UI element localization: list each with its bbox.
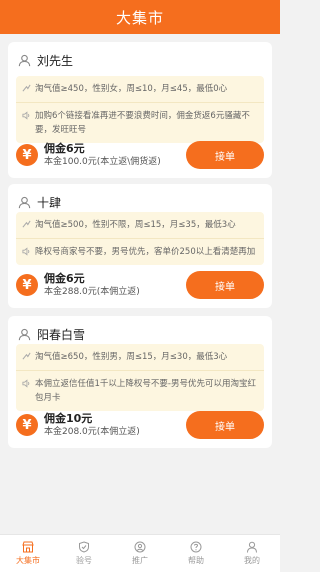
yen-icon: ¥ — [16, 144, 38, 166]
commission-row: ¥ 佣金10元 本金208.0元(本佣立返) 接单 — [16, 408, 264, 442]
requirements-box: 淘气值≥500，性别不限，周≤15，月≤35，最低3心 降权号商家号不要，男号优… — [16, 212, 264, 265]
person-icon — [247, 541, 257, 553]
commission-amount: 佣金6元 — [44, 141, 85, 155]
note-text: 加购6个链接看准再进不要浪费时间，佣金货返6元骚藏不要，发旺旺号 — [35, 111, 250, 135]
principal-amount: 本金100.0元(本立返\佣货返) — [44, 156, 161, 167]
user-row: 十肆 — [18, 194, 61, 210]
tab-label: 帮助 — [188, 556, 204, 565]
commission-row: ¥ 佣金6元 本金100.0元(本立返\佣货返) 接单 — [16, 138, 264, 172]
spark-icon — [22, 220, 31, 228]
note-text: 降权号商家号不要，男号优先，客单价250以上看清楚再加 — [35, 247, 256, 257]
note-line: 本佣立返信任值1千以上降权号不要-男号优先可以用淘宝红包月卡 — [16, 370, 264, 411]
requirement-text: 淘气值≥650，性别男，周≤15，月≤30，最低3心 — [35, 352, 228, 362]
requirement-line: 淘气值≥650，性别男，周≤15，月≤30，最低3心 — [16, 344, 264, 370]
user-icon — [18, 328, 31, 340]
shield-check-icon — [79, 541, 89, 553]
principal-amount: 本金208.0元(本佣立返) — [44, 426, 140, 437]
speaker-icon — [22, 247, 30, 256]
commission-row: ¥ 佣金6元 本金288.0元(本佣立返) 接单 — [16, 268, 264, 302]
bottom-tab-bar: 大集市 验号 推广 帮助 我的 — [0, 534, 280, 572]
requirements-box: 淘气值≥450，性别女，周≤10，月≤45，最低0心 加购6个链接看准再进不要浪… — [16, 76, 264, 143]
page-title: 大集市 — [115, 8, 164, 27]
commission-info: 佣金10元 本金208.0元(本佣立返) — [44, 412, 140, 439]
user-name: 十肆 — [37, 195, 62, 210]
tab-verify[interactable]: 验号 — [56, 535, 112, 572]
commission-amount: 佣金10元 — [44, 411, 93, 425]
top-bar: 大集市 — [0, 0, 280, 34]
principal-amount: 本金288.0元(本佣立返) — [44, 286, 140, 297]
accept-order-button[interactable]: 接单 — [186, 411, 264, 439]
tab-label: 验号 — [76, 556, 92, 565]
accept-order-button[interactable]: 接单 — [186, 271, 264, 299]
tab-label: 我的 — [244, 556, 260, 565]
user-icon — [18, 196, 31, 208]
speaker-icon — [22, 111, 30, 120]
requirement-text: 淘气值≥450，性别女，周≤10，月≤45，最低0心 — [35, 84, 228, 94]
commission-info: 佣金6元 本金100.0元(本立返\佣货返) — [44, 142, 161, 169]
note-line: 加购6个链接看准再进不要浪费时间，佣金货返6元骚藏不要，发旺旺号 — [16, 102, 264, 143]
requirements-box: 淘气值≥650，性别男，周≤15，月≤30，最低3心 本佣立返信任值1千以上降权… — [16, 344, 264, 411]
requirement-line: 淘气值≥450，性别女，周≤10，月≤45，最低0心 — [16, 76, 264, 102]
yen-icon: ¥ — [16, 414, 38, 436]
user-icon — [18, 54, 31, 66]
shop-icon — [22, 541, 34, 553]
requirement-text: 淘气值≥500，性别不限，周≤15，月≤35，最低3心 — [35, 220, 236, 230]
commission-amount: 佣金6元 — [44, 271, 85, 285]
commission-info: 佣金6元 本金288.0元(本佣立返) — [44, 272, 140, 299]
requirement-line: 淘气值≥500，性别不限，周≤15，月≤35，最低3心 — [16, 212, 264, 238]
tab-mine[interactable]: 我的 — [224, 535, 280, 572]
note-line: 降权号商家号不要，男号优先，客单价250以上看清楚再加 — [16, 238, 264, 265]
order-card: 阳春白雪 淘气值≥650，性别男，周≤15，月≤30，最低3心 本佣立返信任值1… — [8, 316, 272, 448]
help-icon — [190, 541, 202, 553]
tab-market[interactable]: 大集市 — [0, 535, 56, 572]
accept-order-button[interactable]: 接单 — [186, 141, 264, 169]
spark-icon — [22, 84, 31, 92]
yen-icon: ¥ — [16, 274, 38, 296]
user-row: 阳春白雪 — [18, 326, 85, 342]
tab-help[interactable]: 帮助 — [168, 535, 224, 572]
order-card: 十肆 淘气值≥500，性别不限，周≤15，月≤35，最低3心 降权号商家号不要，… — [8, 184, 272, 308]
tab-promote[interactable]: 推广 — [112, 535, 168, 572]
tab-label: 推广 — [132, 556, 148, 565]
order-card: 刘先生 淘气值≥450，性别女，周≤10，月≤45，最低0心 加购6个链接看准再… — [8, 42, 272, 178]
speaker-icon — [22, 379, 30, 388]
note-text: 本佣立返信任值1千以上降权号不要-男号优先可以用淘宝红包月卡 — [35, 379, 256, 403]
promote-icon — [134, 541, 146, 553]
user-row: 刘先生 — [18, 52, 73, 68]
user-name: 刘先生 — [37, 53, 74, 68]
user-name: 阳春白雪 — [37, 327, 86, 342]
spark-icon — [22, 352, 31, 360]
tab-label: 大集市 — [16, 556, 40, 565]
